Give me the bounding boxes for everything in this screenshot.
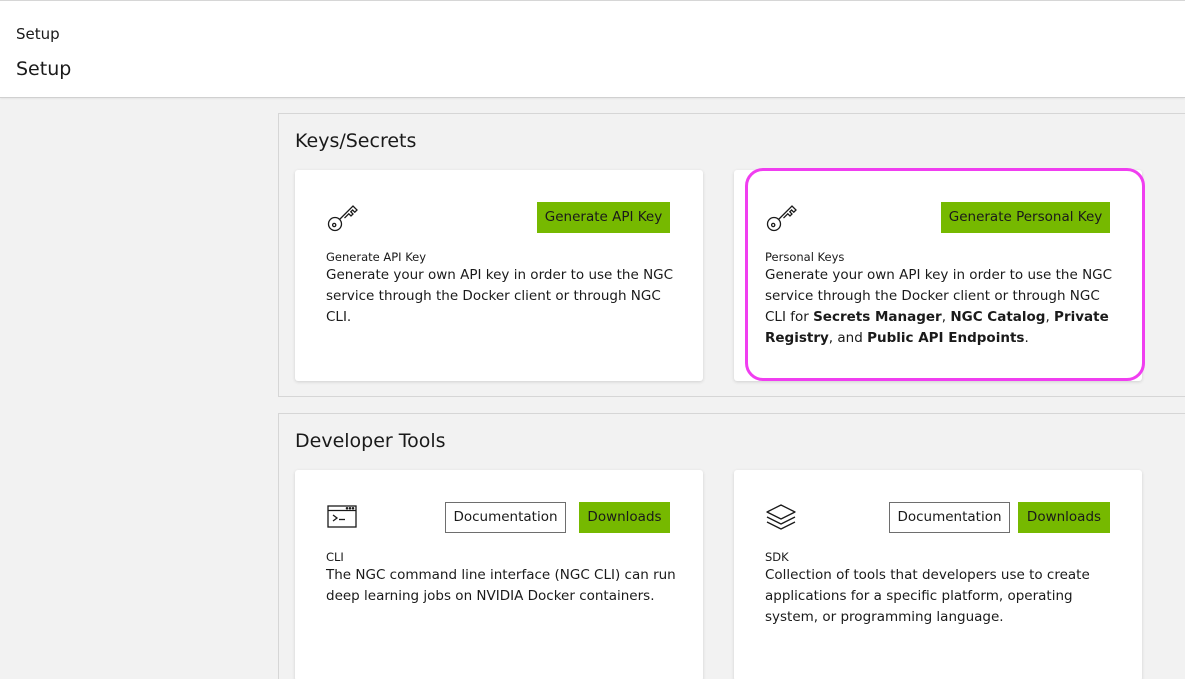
desc-sep: , and [828, 330, 868, 346]
page-title: Setup [16, 58, 72, 80]
section-title-developer-tools: Developer Tools [295, 430, 446, 452]
sdk-card: Documentation Downloads SDK Collection o… [734, 470, 1142, 679]
desc-end: . [1024, 330, 1029, 346]
terminal-icon [326, 500, 360, 534]
card-description-personal-keys: Generate your own API key in order to us… [765, 265, 1115, 349]
generate-personal-key-button[interactable]: Generate Personal Key [941, 202, 1110, 233]
sdk-downloads-button[interactable]: Downloads [1018, 502, 1110, 533]
section-title-keys: Keys/Secrets [295, 130, 417, 152]
desc-sep: , [1045, 309, 1055, 325]
card-label-generate-api-key: Generate API Key [326, 250, 427, 264]
developer-tools-section: Developer Tools Documentation Downloads … [278, 413, 1185, 679]
layers-icon [765, 500, 799, 534]
api-key-card: Generate API Key Generate API Key Genera… [295, 170, 703, 381]
generate-api-key-button[interactable]: Generate API Key [537, 202, 670, 233]
cli-card: Documentation Downloads CLI The NGC comm… [295, 470, 703, 679]
cli-documentation-button[interactable]: Documentation [445, 502, 566, 533]
card-label-cli: CLI [326, 550, 344, 564]
page-header: Setup Setup [0, 0, 1185, 98]
card-description-sdk: Collection of tools that developers use … [765, 567, 1090, 625]
card-label-personal-keys: Personal Keys [765, 250, 845, 264]
keys-secrets-section: Keys/Secrets Generate API Key Generate A… [278, 113, 1185, 397]
sdk-documentation-button[interactable]: Documentation [889, 502, 1010, 533]
personal-keys-card: Generate Personal Key Personal Keys Gene… [734, 170, 1142, 381]
breadcrumb[interactable]: Setup [16, 25, 60, 43]
card-description-api-key: Generate your own API key in order to us… [326, 267, 674, 325]
secrets-manager-text: Secrets Manager [813, 309, 942, 325]
key-icon [765, 200, 799, 234]
card-description-cli: The NGC command line interface (NGC CLI)… [326, 567, 676, 604]
public-api-endpoints-text: Public API Endpoints [867, 330, 1025, 346]
cli-downloads-button[interactable]: Downloads [579, 502, 670, 533]
card-label-sdk: SDK [765, 550, 789, 564]
key-icon [326, 200, 360, 234]
ngc-catalog-text: NGC Catalog [950, 309, 1046, 325]
